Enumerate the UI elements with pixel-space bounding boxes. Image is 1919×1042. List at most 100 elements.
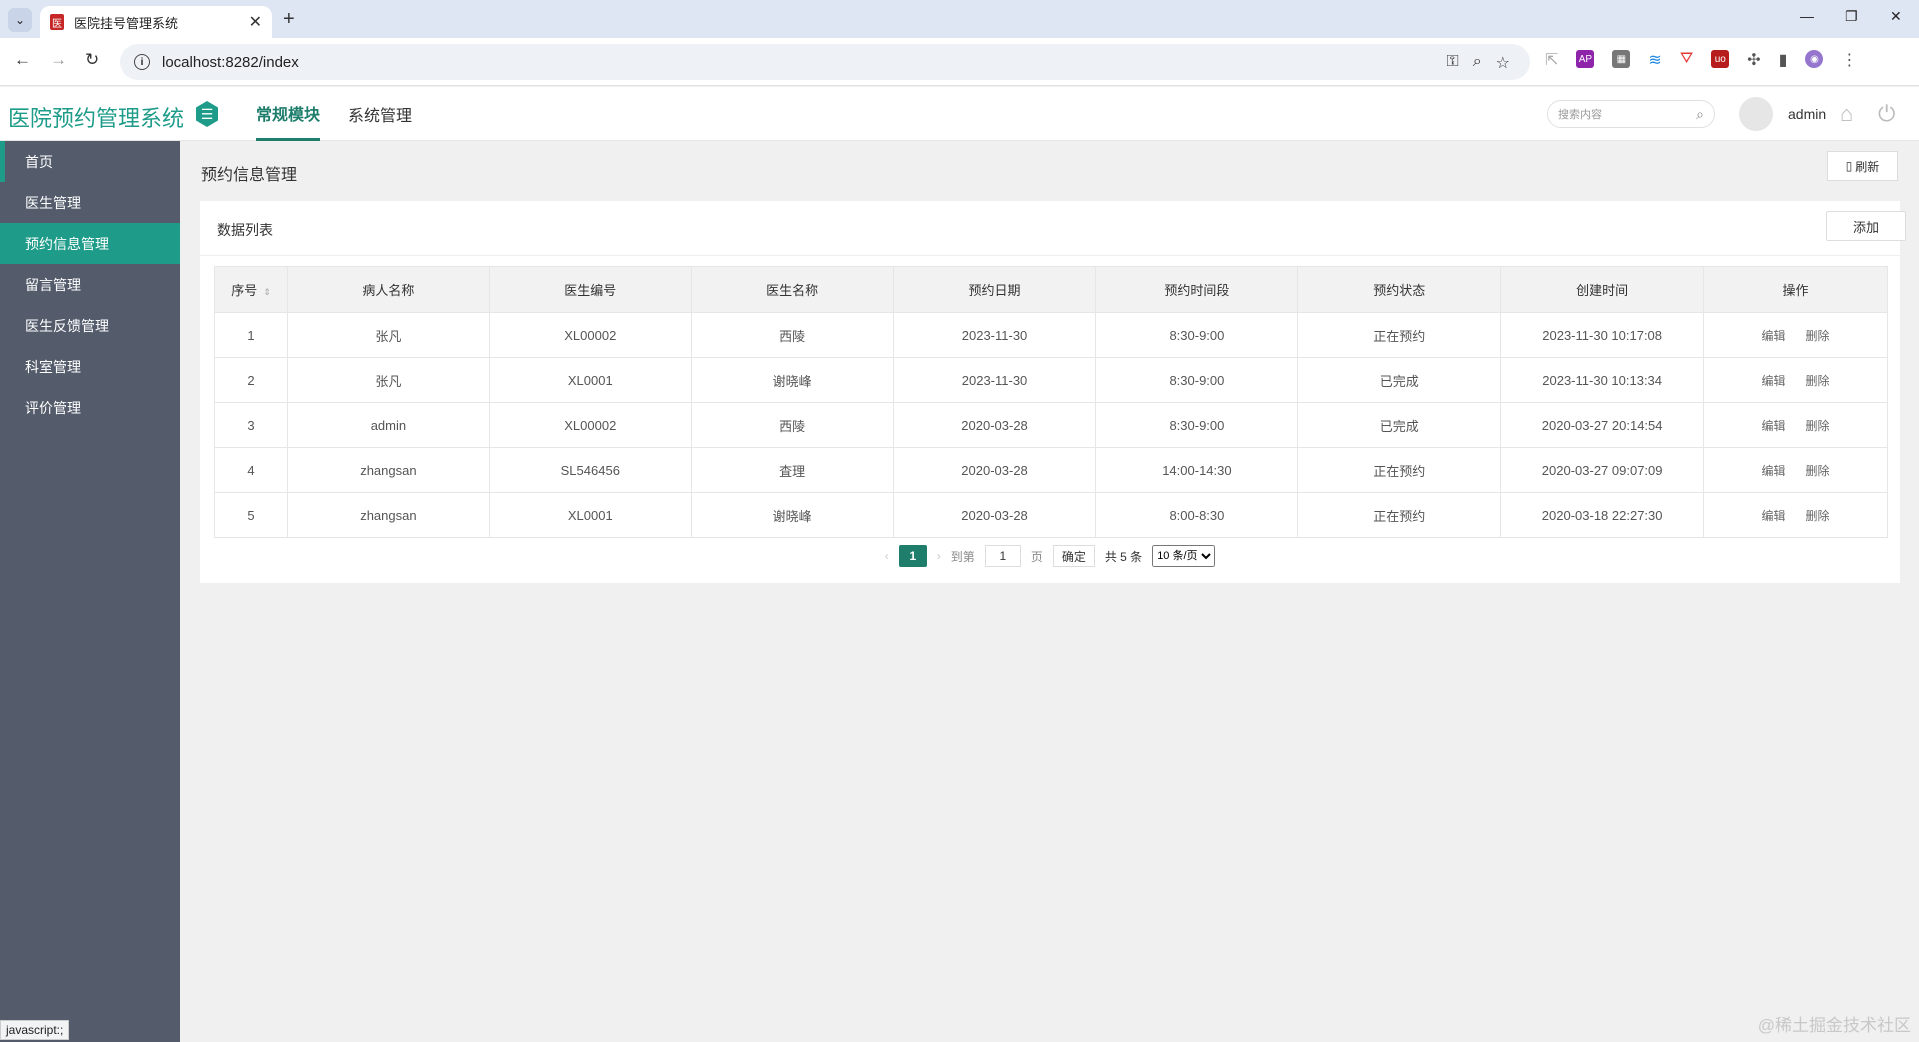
- sidebar-item-home[interactable]: 首页: [0, 141, 180, 182]
- extensions-bar: ⇱ AP ▦ ≋ ⛛ uo ✣ ▮ ◉ ⋮: [1545, 50, 1857, 70]
- cell-doctor-id: SL546456: [488, 447, 692, 493]
- cell-doctor-name: 谢晓峰: [690, 492, 894, 538]
- avatar[interactable]: [1739, 97, 1773, 131]
- search-icon[interactable]: ⌕: [1696, 106, 1704, 123]
- nav-tab-system[interactable]: 系统管理: [348, 87, 412, 141]
- next-page-icon[interactable]: ›: [937, 549, 941, 563]
- col-header-index[interactable]: 序号 ⇕: [214, 266, 288, 313]
- edit-button[interactable]: 编辑: [1762, 419, 1786, 433]
- key-icon[interactable]: ⚿: [1447, 53, 1459, 73]
- extension-ap-icon[interactable]: AP: [1576, 50, 1595, 68]
- forward-icon[interactable]: →: [50, 50, 67, 70]
- table-row: 2 张凡 XL0001 谢晓峰 2023-11-30 8:30-9:00 已完成 2023-1…: [214, 357, 1888, 403]
- url-text: localhost:8282/index: [162, 53, 299, 71]
- cell-timeslot: 8:30-9:00: [1095, 357, 1299, 403]
- edit-button[interactable]: 编辑: [1762, 374, 1786, 388]
- cell-doctor-id: XL0001: [488, 492, 692, 538]
- sidebar-item-departments[interactable]: 科室管理: [0, 346, 180, 387]
- col-header-status: 预约状态: [1297, 266, 1502, 313]
- cell-doctor-id: XL0001: [488, 357, 692, 403]
- card-title: 数据列表: [217, 222, 273, 238]
- confirm-page-button[interactable]: 确定: [1052, 545, 1095, 567]
- table-body: 1 张凡 XL00002 西陵 2023-11-30 8:30-9:00 正在预约 2023-…: [214, 312, 1888, 538]
- cell-timeslot: 8:00-8:30: [1095, 492, 1299, 538]
- new-tab-icon[interactable]: +: [283, 8, 295, 31]
- extension-grid-icon[interactable]: ▦: [1612, 50, 1631, 68]
- sidepanel-icon[interactable]: ▮: [1779, 50, 1788, 70]
- browser-tabstrip: ⌄ 医 医院挂号管理系统 ✕ + — ❐ ✕: [0, 0, 1919, 38]
- cell-index: 5: [214, 492, 288, 538]
- goto-label: 到第: [950, 549, 975, 564]
- address-bar[interactable]: i localhost:8282/index ⚿ ⌕ ☆: [120, 44, 1530, 80]
- delete-button[interactable]: 删除: [1806, 329, 1830, 343]
- delete-button[interactable]: 删除: [1806, 374, 1830, 388]
- bookmark-star-icon[interactable]: ☆: [1496, 53, 1510, 73]
- cell-patient: 张凡: [286, 312, 490, 358]
- sidebar: 首页 医生管理 预约信息管理 留言管理 医生反馈管理 科室管理 评价管理: [0, 141, 180, 1042]
- page-number-input[interactable]: 1: [984, 545, 1021, 567]
- table-row: 5 zhangsan XL0001 谢晓峰 2020-03-28 8:00-8:30 正在预…: [214, 492, 1888, 538]
- cell-date: 2020-03-28: [892, 492, 1097, 538]
- prev-page-icon[interactable]: ‹: [885, 549, 889, 563]
- edit-button[interactable]: 编辑: [1762, 509, 1786, 523]
- user-name[interactable]: admin: [1788, 106, 1826, 122]
- chrome-menu-icon[interactable]: ⋮: [1841, 50, 1857, 70]
- cell-index: 1: [214, 312, 288, 358]
- sidebar-item-messages[interactable]: 留言管理: [0, 264, 180, 305]
- extension-ublock-icon[interactable]: uo: [1711, 50, 1730, 68]
- col-header-created: 创建时间: [1500, 266, 1705, 313]
- cell-status: 正在预约: [1297, 312, 1502, 358]
- cell-actions: 编辑 删除: [1703, 492, 1888, 538]
- edit-button[interactable]: 编辑: [1762, 329, 1786, 343]
- cell-actions: 编辑 删除: [1703, 312, 1888, 358]
- power-icon[interactable]: ⏻: [1878, 101, 1895, 127]
- main-content: 预约信息管理 ▯ 刷新 数据列表 添加 序号 ⇕ 病人名称 医生编号 医生名称 预…: [180, 141, 1919, 1042]
- back-icon[interactable]: ←: [14, 50, 31, 70]
- restore-icon[interactable]: ❐: [1845, 8, 1858, 25]
- sidebar-item-feedback[interactable]: 医生反馈管理: [0, 305, 180, 346]
- sidebar-item-reviews[interactable]: 评价管理: [0, 387, 180, 428]
- page-size-select[interactable]: 10 条/页: [1152, 545, 1216, 567]
- reload-icon[interactable]: ↻: [85, 50, 99, 70]
- delete-button[interactable]: 删除: [1806, 419, 1830, 433]
- cell-created: 2020-03-18 22:27:30: [1500, 492, 1705, 538]
- cell-actions: 编辑 删除: [1703, 402, 1888, 448]
- site-info-icon[interactable]: i: [134, 54, 150, 70]
- zoom-icon[interactable]: ⌕: [1473, 53, 1482, 73]
- cell-status: 已完成: [1297, 357, 1502, 403]
- tab-search-icon[interactable]: ⌄: [8, 8, 32, 32]
- cell-patient: admin: [286, 402, 490, 448]
- delete-button[interactable]: 删除: [1806, 464, 1830, 478]
- search-input[interactable]: 搜索内容 ⌕: [1547, 100, 1715, 128]
- sidebar-item-appointments[interactable]: 预约信息管理: [0, 223, 180, 264]
- extensions-puzzle-icon[interactable]: ✣: [1747, 50, 1760, 70]
- delete-button[interactable]: 删除: [1806, 509, 1830, 523]
- data-card: 数据列表 添加 序号 ⇕ 病人名称 医生编号 医生名称 预约日期 预约时间段 预约…: [200, 201, 1906, 583]
- extension-acrobat-icon[interactable]: ⛛: [1680, 50, 1693, 70]
- extension-cursor-icon[interactable]: ⇱: [1545, 50, 1558, 70]
- close-window-icon[interactable]: ✕: [1890, 8, 1902, 25]
- cell-created: 2020-03-27 20:14:54: [1500, 402, 1705, 448]
- sort-icon[interactable]: ⇕: [263, 287, 271, 297]
- profile-icon[interactable]: ◉: [1805, 50, 1824, 68]
- edit-button[interactable]: 编辑: [1762, 464, 1786, 478]
- col-header-actions: 操作: [1703, 266, 1888, 313]
- page-title: 预约信息管理: [201, 167, 298, 184]
- home-icon[interactable]: ⌂: [1840, 101, 1853, 127]
- col-header-patient: 病人名称: [286, 266, 490, 313]
- extension-layers-icon[interactable]: ≋: [1648, 50, 1661, 70]
- cell-created: 2020-03-27 09:07:09: [1500, 447, 1705, 493]
- nav-tab-general[interactable]: 常规模块: [256, 87, 321, 141]
- logo-icon: ☰: [196, 101, 218, 127]
- sidebar-item-doctors[interactable]: 医生管理: [0, 182, 180, 223]
- current-page[interactable]: 1: [898, 545, 927, 567]
- cell-date: 2023-11-30: [892, 357, 1097, 403]
- add-button[interactable]: 添加: [1826, 211, 1906, 241]
- minimize-icon[interactable]: —: [1800, 8, 1814, 24]
- cell-date: 2020-03-28: [892, 447, 1097, 493]
- refresh-label: 刷新: [1855, 159, 1880, 174]
- refresh-button[interactable]: ▯ 刷新: [1827, 151, 1898, 181]
- cell-status: 正在预约: [1297, 492, 1502, 538]
- close-tab-icon[interactable]: ✕: [249, 12, 262, 32]
- browser-tab[interactable]: 医 医院挂号管理系统 ✕: [40, 6, 272, 38]
